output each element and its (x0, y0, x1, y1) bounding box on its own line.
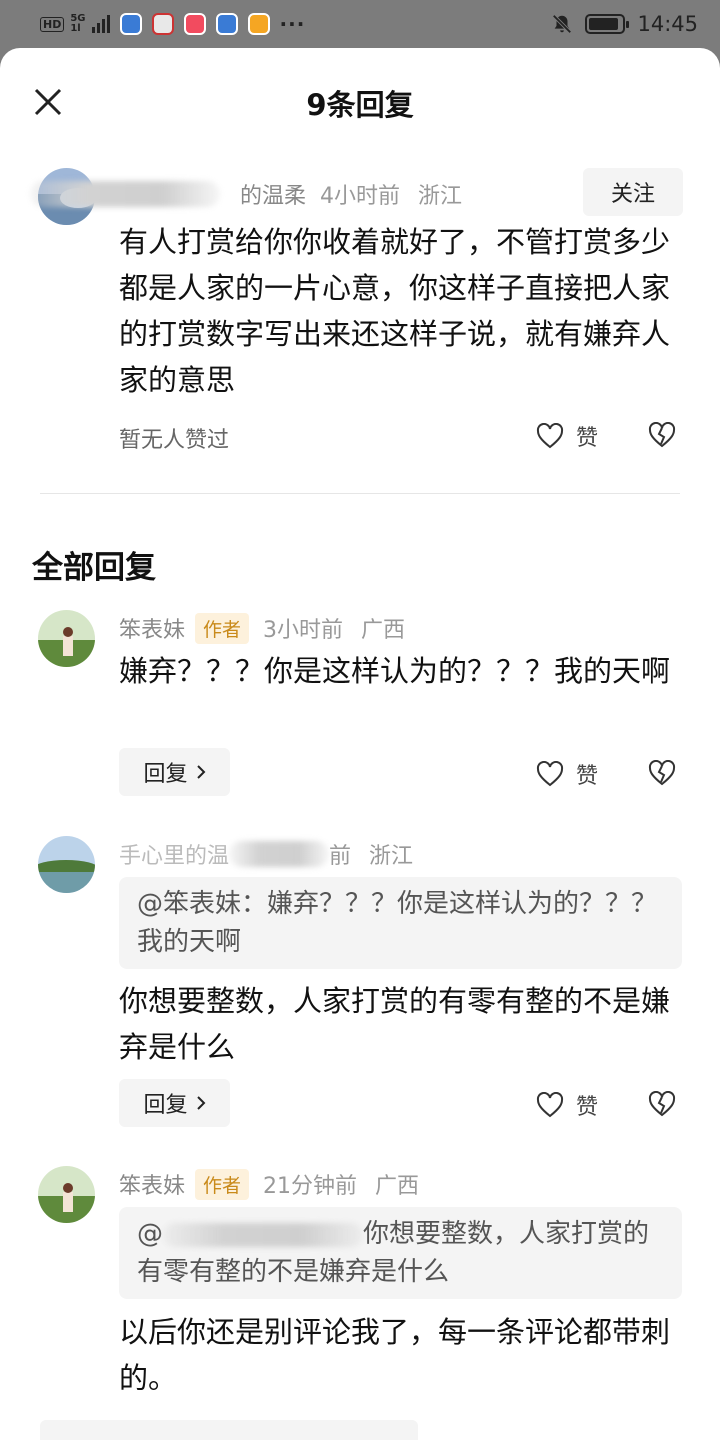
username[interactable]: 手心里的温 (119, 838, 229, 870)
reply-location: 广西 (361, 618, 406, 643)
status-left: HD 5G 1l ··· (40, 12, 305, 36)
comment-time: 4小时前 (320, 184, 401, 209)
like-label: 赞 (576, 426, 599, 451)
reply-text: 以后你还是别评论我了，每一条评论都带刺的。 (119, 1315, 671, 1395)
battery-level (589, 18, 619, 30)
music-app-icon (183, 13, 206, 35)
quote-mention: @ (137, 1219, 163, 1249)
blurred-username (163, 1222, 363, 1247)
status-right: 14:45 (551, 12, 698, 36)
heart-icon (536, 423, 564, 449)
heart-icon (536, 761, 564, 787)
username[interactable]: 笨表妹 (119, 612, 185, 644)
avatar[interactable] (38, 1166, 95, 1223)
reply-button-label: 回复 (143, 762, 188, 787)
heart-icon (536, 1092, 564, 1118)
reply-button[interactable]: 回复 (119, 1079, 230, 1127)
follow-button[interactable]: 关注 (583, 168, 683, 216)
reply-time: 21分钟前 (263, 1174, 358, 1199)
chevron-right-icon (196, 1096, 205, 1110)
network-type: 5G 1l (70, 13, 86, 34)
reply-time: 3小时前 (263, 618, 344, 643)
author-badge: 作者 (195, 1168, 250, 1200)
reply-meta: 笨表妹 作者 21分钟前 广西 (119, 1168, 419, 1200)
comment-meta: 的温柔 4小时前 浙江 (30, 178, 462, 210)
reply-text: 你想要整数，人家打赏的有零有整的不是嫌弃是什么 (119, 984, 671, 1064)
reply-meta: 笨表妹 作者 3小时前 广西 (119, 612, 405, 644)
like-button[interactable]: 赞 (536, 1089, 598, 1121)
blurred-username (30, 181, 220, 207)
username[interactable]: 的温柔 (240, 178, 306, 210)
reply-button-label: 回复 (143, 1093, 188, 1118)
dislike-icon[interactable] (648, 1091, 676, 1117)
like-label: 赞 (576, 1095, 599, 1120)
reply-text: 嫌弃？？？你是这样认为的？？？我的天啊 (119, 654, 671, 688)
comment-location: 浙江 (418, 184, 463, 209)
shopping-app-icon (247, 13, 270, 35)
quoted-reply: @笨表妹：嫌弃？？？你是这样认为的？？？我的天啊 (119, 877, 682, 969)
like-label: 赞 (576, 764, 599, 789)
mute-bell-icon (552, 14, 573, 34)
blurred-username (229, 841, 330, 867)
author-badge: 作者 (195, 612, 250, 644)
reply-time: 前 (329, 844, 352, 869)
reply-input-bar[interactable] (40, 1420, 418, 1440)
hd-badge: HD (40, 16, 65, 32)
battery-icon (585, 14, 630, 34)
avatar[interactable] (38, 610, 95, 667)
divider (40, 493, 680, 494)
like-button[interactable]: 赞 (536, 420, 598, 452)
reply-location: 广西 (375, 1174, 420, 1199)
map-app-icon (151, 13, 174, 35)
like-button[interactable]: 赞 (536, 758, 598, 790)
signal-icon (91, 15, 110, 33)
section-title: 全部回复 (32, 550, 156, 586)
username[interactable]: 笨表妹 (119, 1168, 185, 1200)
browser-app-icon (119, 13, 142, 35)
no-likes-label: 暂无人赞过 (119, 428, 230, 453)
replies-sheet: 9条回复 的温柔 4小时前 浙江 关注 有人打赏给你你收着就好了，不管打赏多少都… (0, 48, 720, 1440)
more-notifications-icon: ··· (279, 12, 306, 36)
reply-meta: 手心里的温 前 浙江 (119, 838, 413, 870)
status-bar: HD 5G 1l ··· 14:45 (0, 0, 720, 48)
reply-location: 浙江 (369, 844, 414, 869)
status-clock: 14:45 (637, 12, 698, 36)
browser-app-icon-2 (215, 13, 238, 35)
avatar[interactable] (38, 836, 95, 893)
comment-text: 有人打赏给你你收着就好了，不管打赏多少都是人家的一片心意，你这样子直接把人家的打… (119, 225, 671, 397)
dislike-icon[interactable] (648, 422, 676, 448)
dislike-icon[interactable] (648, 760, 676, 786)
reply-button[interactable]: 回复 (119, 748, 230, 796)
chevron-right-icon (196, 765, 205, 779)
main-comment: 的温柔 4小时前 浙江 关注 有人打赏给你你收着就好了，不管打赏多少都是人家的一… (0, 48, 720, 494)
quoted-reply: @ 你想要整数，人家打赏的有零有整的不是嫌弃是什么 (119, 1207, 682, 1299)
